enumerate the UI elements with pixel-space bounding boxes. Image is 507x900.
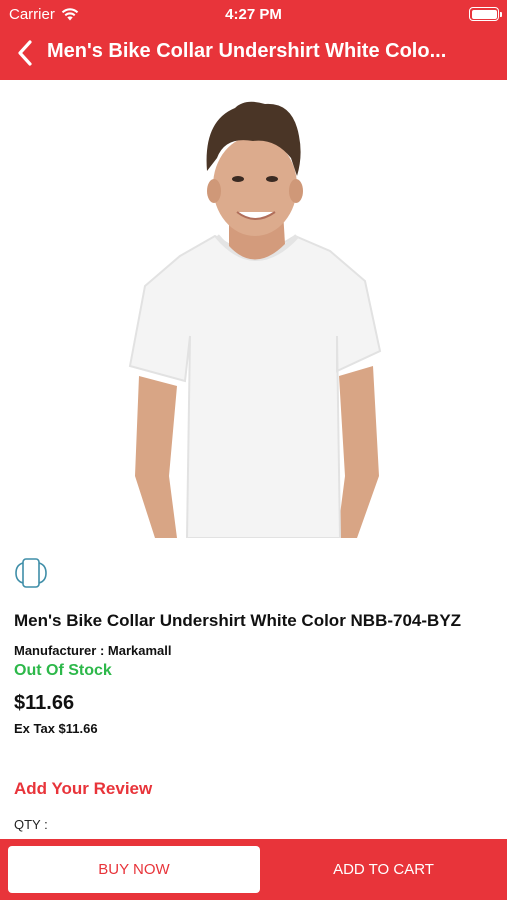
battery-icon xyxy=(469,7,502,21)
product-image[interactable] xyxy=(125,96,387,538)
product-price: $11.66 xyxy=(14,692,75,714)
qty-label: QTY : xyxy=(14,817,48,832)
rotate-360-icon[interactable] xyxy=(14,556,48,590)
stock-status: Out Of Stock xyxy=(14,662,112,679)
nav-bar: Men's Bike Collar Undershirt White Colo.… xyxy=(0,28,507,80)
status-bar: Carrier 4:27 PM xyxy=(0,0,507,28)
page-title: Men's Bike Collar Undershirt White Colo.… xyxy=(47,40,447,62)
back-button[interactable] xyxy=(10,38,40,68)
bottom-action-bar: BUY NOW ADD TO CART xyxy=(0,839,507,900)
ex-tax-price: Ex Tax $11.66 xyxy=(14,721,98,736)
app-header: Carrier 4:27 PM Men's Bike Collar Unders… xyxy=(0,0,507,80)
manufacturer-label: Manufacturer : Markamall xyxy=(14,643,172,658)
chevron-left-icon xyxy=(18,40,32,66)
product-name: Men's Bike Collar Undershirt White Color… xyxy=(14,611,462,630)
status-time: 4:27 PM xyxy=(225,6,282,23)
add-to-cart-button[interactable]: ADD TO CART xyxy=(260,846,507,893)
buy-now-button[interactable]: BUY NOW xyxy=(8,846,260,893)
add-review-link[interactable]: Add Your Review xyxy=(14,779,152,799)
